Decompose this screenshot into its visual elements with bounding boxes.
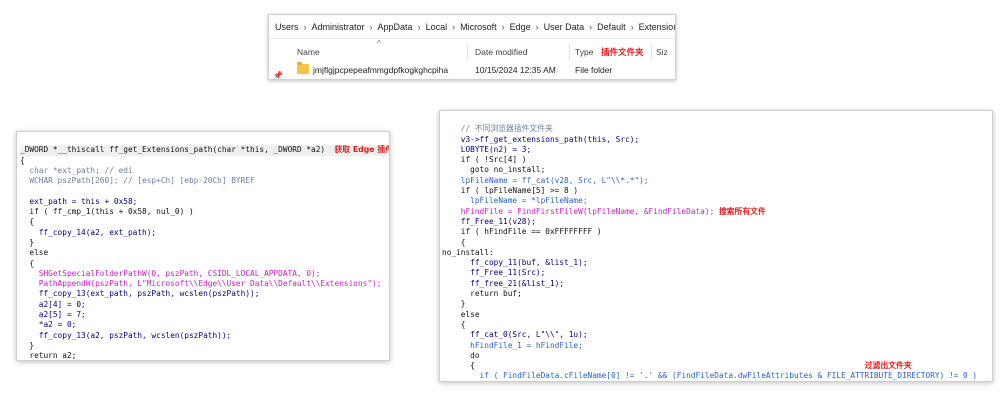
column-divider[interactable] [651, 43, 652, 61]
code-line: hFindFile_1 = hFindFile; [442, 340, 583, 350]
code-line: ff_copy_13(ext_path, pszPath, wcslen(psz… [20, 289, 260, 299]
code-line: if ( ff_cmp_1(this + 0x58, nul_0) ) [20, 207, 194, 217]
sort-up-icon: ^ [377, 39, 381, 48]
breadcrumb-appdata[interactable]: AppData [378, 22, 413, 32]
code-line: ff_copy_13(a2, pszPath, wcslen(pszPath))… [20, 330, 232, 340]
chevron-right-icon: › [501, 21, 505, 32]
code-line: { [20, 155, 25, 165]
code-label: no_install: [442, 247, 494, 257]
column-headers: ^ Name Date modified Type 插件文件夹 Siz [269, 39, 675, 61]
code-line: } [20, 340, 35, 350]
code-line: if ( !Src[4] ) [442, 155, 527, 165]
code-line: if ( FindFileData.cFileName[0] != '.' &&… [442, 371, 978, 381]
pin-icon: 📌 [273, 71, 283, 80]
column-divider[interactable] [467, 43, 468, 61]
code-line: do [442, 350, 480, 360]
chevron-right-icon: › [417, 21, 421, 32]
breadcrumb-default[interactable]: Default [597, 22, 626, 32]
code-line: PathAppendW(pszPath, L"Microsoft\\Edge\\… [20, 279, 382, 289]
chevron-right-icon: › [535, 21, 539, 32]
code-line: { [20, 258, 35, 268]
code-line: return buf; [442, 289, 522, 299]
code-line-signature: _DWORD *__thiscall ff_get_Extensions_pat… [20, 145, 389, 156]
code-text: { [442, 361, 475, 371]
code-line: } [442, 299, 466, 309]
breadcrumb-extensions[interactable]: Extensions [639, 22, 675, 32]
code-line: } [20, 237, 35, 247]
code-text: hFindFile = FindFirstFileW(lpFileName, &… [442, 206, 715, 216]
code-line: ext_path = this + 0x58; [20, 196, 138, 206]
folder-icon [297, 62, 309, 74]
column-size[interactable]: Siz [656, 47, 668, 57]
code-line: *a2 = 0; [20, 320, 77, 330]
chevron-right-icon: › [369, 21, 373, 32]
code-text: _DWORD *__thiscall ff_get_Extensions_pat… [20, 145, 326, 155]
code-line: lpFileName = ff_cat(v28, Src, L"\\*.*"); [442, 175, 649, 185]
breadcrumb-user-data[interactable]: User Data [544, 22, 585, 32]
chevron-right-icon: › [630, 21, 634, 32]
file-row[interactable]: jmjflgjpcpepeafmmgdpfkogkghcpiha 10/15/2… [269, 61, 675, 79]
code-line: ff_copy_14(a2, ext_path); [20, 227, 157, 237]
code-line: ff_copy_11(buf, &list_1); [442, 258, 588, 268]
code-line: ff_cat_0(Src, L"\\", 1u); [442, 330, 588, 340]
chevron-right-icon: › [589, 21, 593, 32]
breadcrumb-microsoft[interactable]: Microsoft [460, 22, 497, 32]
code-line: ff_Free_11(Src); [442, 268, 546, 278]
annotation-filter-folders: 过滤出文件夹 [864, 361, 912, 371]
column-name[interactable]: Name [297, 47, 320, 57]
code-line-with-annotation: { 过滤出文件夹 [442, 361, 990, 371]
breadcrumb-local[interactable]: Local [426, 22, 448, 32]
code-line: ff_free_21(&list_1); [442, 278, 565, 288]
column-type[interactable]: Type [575, 47, 593, 57]
annotation-extension-folder: 插件文件夹 [601, 47, 644, 57]
file-type: File folder [575, 65, 613, 75]
code-line: { [442, 237, 466, 247]
code-line: { [20, 217, 35, 227]
code-line: v3->ff_get_extensions_path(this, Src); [442, 134, 640, 144]
code-line: if ( lpFileName[5] >= 8 ) [442, 186, 579, 196]
breadcrumb-administrator[interactable]: Administrator [312, 22, 365, 32]
annotation-get-edge-path: 获取 Edge 插件文件夹路径 [334, 145, 389, 155]
code-line: return a2; [20, 351, 77, 361]
chevron-right-icon: › [303, 21, 307, 32]
code-line: { [442, 319, 466, 329]
code-line: lpFileName = *lpFileName; [442, 196, 588, 206]
address-breadcrumb[interactable]: Users › Administrator › AppData › Local › Mi… [269, 15, 675, 39]
code-line: a2[4] = 0; [20, 299, 86, 309]
file-date-modified: 10/15/2024 12:35 AM [475, 65, 556, 75]
code-line: char *ext_path; // edi [20, 165, 133, 175]
file-name: jmjflgjpcpepeafmmgdpfkogkghcpiha [313, 65, 449, 75]
code-line-comment: // 不同浏览器插件文件夹 [442, 124, 553, 134]
code-line-find-first-file: hFindFile = FindFirstFileW(lpFileName, &… [442, 207, 990, 217]
annotation-search-all-files: 搜索所有文件 [718, 206, 766, 216]
code-line: goto no_install; [442, 165, 546, 175]
breadcrumb-edge[interactable]: Edge [510, 22, 531, 32]
breadcrumb-users[interactable]: Users [275, 22, 299, 32]
column-date-modified[interactable]: Date modified [475, 47, 527, 57]
code-line: a2[5] = 7; [20, 310, 86, 320]
code-line: SHGetSpecialFolderPathW(0, pszPath, CSID… [20, 268, 321, 278]
code-line: LOBYTE(n2) = 3; [442, 144, 532, 154]
code-line: else [20, 248, 49, 258]
column-divider[interactable] [569, 43, 570, 61]
code-line: else [442, 309, 480, 319]
code-line: WCHAR pszPath[260]; // [esp+Ch] [ebp-20C… [20, 176, 255, 186]
chevron-right-icon: › [452, 21, 456, 32]
code-panel-get-extensions-path: _DWORD *__thiscall ff_get_Extensions_pat… [16, 131, 390, 361]
code-line: ff_Free_11(v28); [442, 216, 536, 226]
code-line: if ( hFindFile == 0xFFFFFFFF ) [442, 227, 602, 237]
file-explorer-window: Users › Administrator › AppData › Local › Mi… [268, 14, 676, 80]
code-panel-find-extensions: // 不同浏览器插件文件夹 v3->ff_get_extensions_path… [439, 110, 993, 382]
